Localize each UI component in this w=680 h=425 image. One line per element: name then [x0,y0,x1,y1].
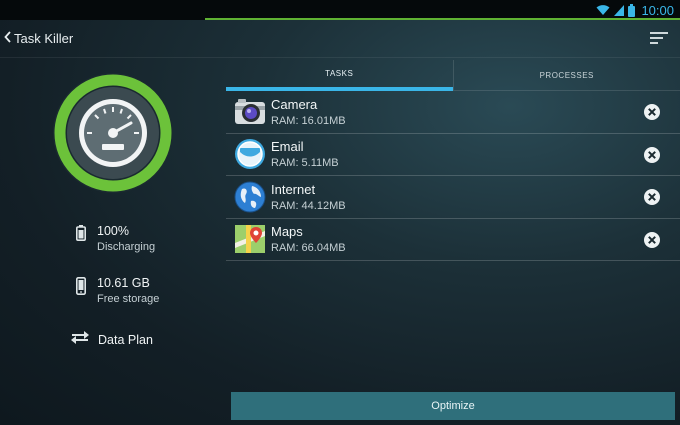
kill-task-button[interactable] [643,188,661,206]
app-ram: RAM: 66.04MB [271,242,346,255]
data-plan-label: Data Plan [98,332,153,347]
list-item[interactable]: Email RAM: 5.11MB [226,134,680,176]
storage-label: Free storage [97,293,160,305]
storage-value: 10.61 GB [97,276,150,290]
status-time: 10:00 [641,2,674,18]
sort-icon [650,32,668,49]
page-title: Task Killer [14,31,74,46]
battery-icon [628,3,636,17]
app-name: Email [271,139,304,155]
speedometer-icon [53,73,173,193]
close-icon [644,189,660,205]
chevron-left-icon [4,30,12,48]
tab-bar: TASKS PROCESSES [226,60,680,91]
action-bar: Task Killer [0,20,680,58]
kill-task-button[interactable] [643,103,661,121]
battery-status-icon [70,225,92,241]
data-plan-button[interactable]: Data Plan [70,331,153,348]
app-ram: RAM: 5.11MB [271,157,339,170]
performance-gauge[interactable] [52,72,174,194]
sort-menu-button[interactable] [650,31,668,50]
signal-icon [614,4,625,16]
close-icon [644,104,660,120]
storage-info: 10.61 GB Free storage [70,276,159,305]
globe-icon [234,181,266,213]
app-name: Internet [271,181,316,197]
data-transfer-icon [70,331,90,348]
back-button[interactable]: Task Killer [0,30,73,48]
app-ram: RAM: 44.12MB [271,199,346,212]
battery-label: Discharging [97,241,156,253]
list-item[interactable]: Camera RAM: 16.01MB [226,91,680,134]
battery-info: 100% Discharging [70,224,155,253]
tab-processes[interactable]: PROCESSES [452,60,680,91]
close-icon [644,146,660,163]
close-icon [644,231,660,248]
battery-value: 100% [97,224,129,238]
optimize-button[interactable]: Optimize [231,392,675,420]
maps-icon [234,223,266,255]
list-item[interactable]: Maps RAM: 66.04MB [226,219,680,261]
wifi-icon [596,4,610,16]
task-list: Camera RAM: 16.01MB Email RAM: 5.11MB In… [226,91,680,261]
app-name: Maps [271,224,303,240]
app-ram: RAM: 16.01MB [271,114,346,127]
tab-tasks[interactable]: TASKS [226,60,453,91]
camera-icon [234,96,266,128]
kill-task-button[interactable] [643,231,661,249]
app-name: Camera [271,96,318,112]
list-item[interactable]: Internet RAM: 44.12MB [226,176,680,219]
email-icon [234,138,266,170]
kill-task-button[interactable] [643,146,661,164]
phone-storage-icon [70,277,92,295]
status-bar: 10:00 [0,0,680,20]
